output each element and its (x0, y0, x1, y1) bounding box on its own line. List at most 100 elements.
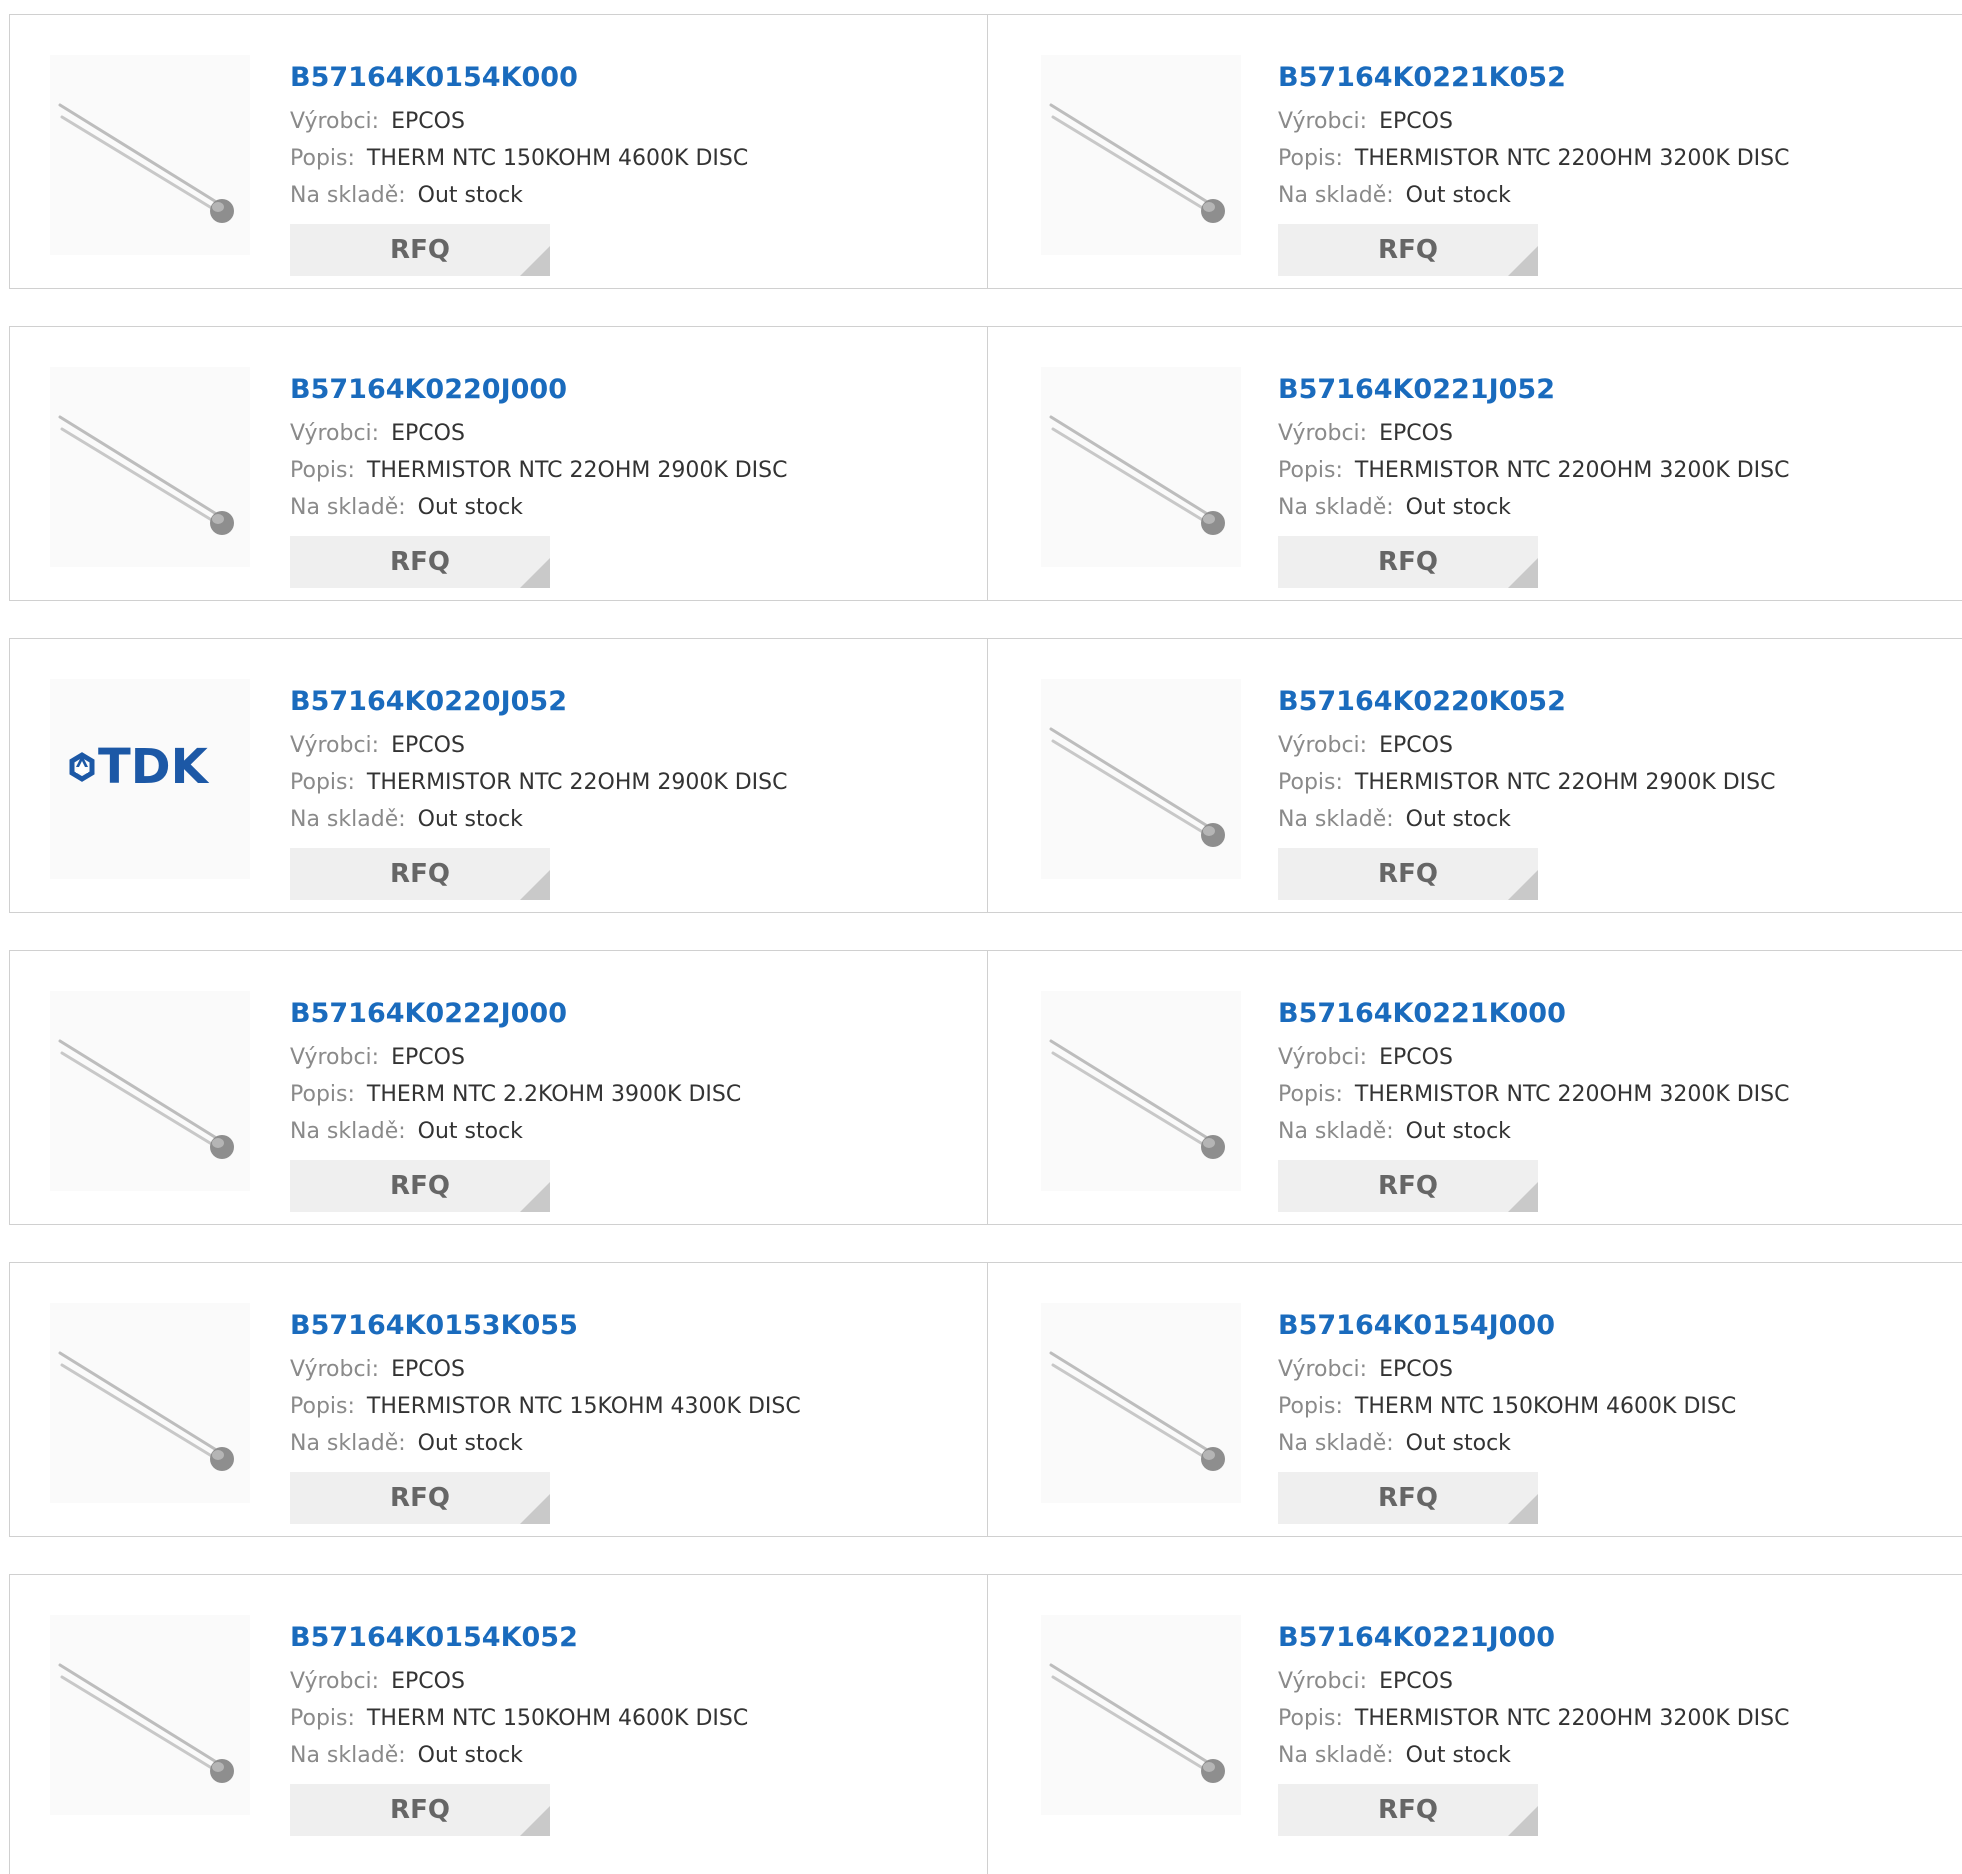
manufacturer-value: EPCOS (391, 1669, 465, 1694)
thermistor-image[interactable] (50, 55, 250, 255)
rfq-button[interactable]: RFQ (1278, 1160, 1538, 1212)
part-number-link[interactable]: B57164K0154J000 (1278, 1307, 1736, 1345)
stock-line: Na skladě: Out stock (290, 177, 748, 214)
stock-line: Na skladě: Out stock (1278, 177, 1790, 214)
product-info: B57164K0154K052 Výrobci: EPCOS Popis: THERM … (290, 1619, 748, 1836)
stock-value: Out stock (417, 1743, 523, 1768)
description-label: Popis: (290, 146, 355, 171)
rfq-button[interactable]: RFQ (1278, 1472, 1538, 1524)
product-row: B57164K0220J000 Výrobci: EPCOS Popis: THERMI… (9, 326, 1962, 601)
part-number-link[interactable]: B57164K0221J052 (1278, 371, 1790, 409)
part-number-link[interactable]: B57164K0154K052 (290, 1619, 748, 1657)
rfq-label: RFQ (390, 1795, 450, 1825)
rfq-label: RFQ (1378, 1171, 1438, 1201)
manufacturer-line: Výrobci: EPCOS (1278, 1039, 1790, 1076)
stock-value: Out stock (417, 807, 523, 832)
description-label: Popis: (1278, 146, 1343, 171)
rfq-button[interactable]: RFQ (290, 224, 550, 276)
rfq-button[interactable]: RFQ (1278, 1784, 1538, 1836)
tdk-logo-image[interactable]: TDK (50, 679, 250, 879)
description-label: Popis: (290, 458, 355, 483)
thermistor-image[interactable] (50, 1303, 250, 1503)
stock-line: Na skladě: Out stock (290, 1737, 748, 1774)
stock-line: Na skladě: Out stock (290, 489, 788, 526)
rfq-button[interactable]: RFQ (290, 536, 550, 588)
thermistor-image[interactable] (1041, 367, 1241, 567)
part-number-link[interactable]: B57164K0222J000 (290, 995, 741, 1033)
thermistor-image[interactable] (1041, 991, 1241, 1191)
thermistor-image[interactable] (50, 991, 250, 1191)
product-row: TDK B57164K0220J052 Výrobci: EPCOS Popis: THE… (9, 638, 1962, 913)
rfq-button[interactable]: RFQ (290, 848, 550, 900)
product-row: B57164K0154K052 Výrobci: EPCOS Popis: THERM … (9, 1574, 1962, 1874)
rfq-button[interactable]: RFQ (290, 1472, 550, 1524)
manufacturer-line: Výrobci: EPCOS (290, 727, 788, 764)
thermistor-image[interactable] (1041, 1303, 1241, 1503)
stock-label: Na skladě: (290, 183, 406, 208)
product-card: B57164K0221K052 Výrobci: EPCOS Popis: THERMI… (988, 15, 1962, 288)
manufacturer-label: Výrobci: (1278, 1669, 1368, 1694)
corner-triangle-icon (1508, 246, 1538, 276)
description-value: THERMISTOR NTC 220OHM 3200K DISC (1354, 1706, 1790, 1731)
description-label: Popis: (1278, 770, 1343, 795)
stock-value: Out stock (417, 1431, 523, 1456)
rfq-button[interactable]: RFQ (290, 1784, 550, 1836)
description-line: Popis: THERM NTC 150KOHM 4600K DISC (290, 140, 748, 177)
manufacturer-line: Výrobci: EPCOS (1278, 1663, 1790, 1700)
rfq-label: RFQ (1378, 235, 1438, 265)
manufacturer-value: EPCOS (391, 733, 465, 758)
stock-value: Out stock (1405, 807, 1511, 832)
thermistor-image[interactable] (1041, 55, 1241, 255)
thermistor-image[interactable] (50, 1615, 250, 1815)
manufacturer-line: Výrobci: EPCOS (290, 1663, 748, 1700)
manufacturer-value: EPCOS (391, 1357, 465, 1382)
product-info: B57164K0220J052 Výrobci: EPCOS Popis: THERMI… (290, 683, 788, 900)
product-info: B57164K0220J000 Výrobci: EPCOS Popis: THERMI… (290, 371, 788, 588)
description-value: THERM NTC 150KOHM 4600K DISC (366, 1706, 749, 1731)
manufacturer-value: EPCOS (1379, 1045, 1453, 1070)
description-line: Popis: THERMISTOR NTC 220OHM 3200K DISC (1278, 452, 1790, 489)
rfq-label: RFQ (390, 547, 450, 577)
part-number-link[interactable]: B57164K0153K055 (290, 1307, 801, 1345)
corner-triangle-icon (520, 1182, 550, 1212)
part-number-link[interactable]: B57164K0220J052 (290, 683, 788, 721)
product-info: B57164K0222J000 Výrobci: EPCOS Popis: THERM … (290, 995, 741, 1212)
stock-line: Na skladě: Out stock (1278, 489, 1790, 526)
stock-line: Na skladě: Out stock (290, 1113, 741, 1150)
svg-text:TDK: TDK (98, 739, 210, 795)
rfq-button[interactable]: RFQ (1278, 224, 1538, 276)
thermistor-image[interactable] (1041, 679, 1241, 879)
part-number-link[interactable]: B57164K0221J000 (1278, 1619, 1790, 1657)
manufacturer-line: Výrobci: EPCOS (290, 103, 748, 140)
manufacturer-value: EPCOS (391, 1045, 465, 1070)
manufacturer-line: Výrobci: EPCOS (290, 1039, 741, 1076)
description-line: Popis: THERMISTOR NTC 220OHM 3200K DISC (1278, 1700, 1790, 1737)
part-number-link[interactable]: B57164K0220K052 (1278, 683, 1776, 721)
part-number-link[interactable]: B57164K0220J000 (290, 371, 788, 409)
manufacturer-label: Výrobci: (1278, 1045, 1368, 1070)
description-line: Popis: THERMISTOR NTC 22OHM 2900K DISC (290, 452, 788, 489)
product-card: B57164K0222J000 Výrobci: EPCOS Popis: THERM … (10, 951, 988, 1224)
part-number-link[interactable]: B57164K0221K000 (1278, 995, 1790, 1033)
description-label: Popis: (290, 770, 355, 795)
product-row: B57164K0153K055 Výrobci: EPCOS Popis: THERMI… (9, 1262, 1962, 1537)
corner-triangle-icon (520, 1494, 550, 1524)
manufacturer-line: Výrobci: EPCOS (1278, 727, 1776, 764)
stock-line: Na skladě: Out stock (1278, 1113, 1790, 1150)
thermistor-image[interactable] (1041, 1615, 1241, 1815)
description-label: Popis: (1278, 1394, 1343, 1419)
rfq-button[interactable]: RFQ (290, 1160, 550, 1212)
description-value: THERM NTC 2.2KOHM 3900K DISC (366, 1082, 742, 1107)
description-line: Popis: THERMISTOR NTC 220OHM 3200K DISC (1278, 1076, 1790, 1113)
thermistor-image[interactable] (50, 367, 250, 567)
part-number-link[interactable]: B57164K0154K000 (290, 59, 748, 97)
manufacturer-label: Výrobci: (290, 1357, 380, 1382)
manufacturer-label: Výrobci: (290, 1045, 380, 1070)
rfq-button[interactable]: RFQ (1278, 536, 1538, 588)
part-number-link[interactable]: B57164K0221K052 (1278, 59, 1790, 97)
product-row: B57164K0222J000 Výrobci: EPCOS Popis: THERM … (9, 950, 1962, 1225)
corner-triangle-icon (520, 870, 550, 900)
description-value: THERMISTOR NTC 22OHM 2900K DISC (1354, 770, 1776, 795)
rfq-button[interactable]: RFQ (1278, 848, 1538, 900)
product-card: B57164K0221J052 Výrobci: EPCOS Popis: THERMI… (988, 327, 1962, 600)
